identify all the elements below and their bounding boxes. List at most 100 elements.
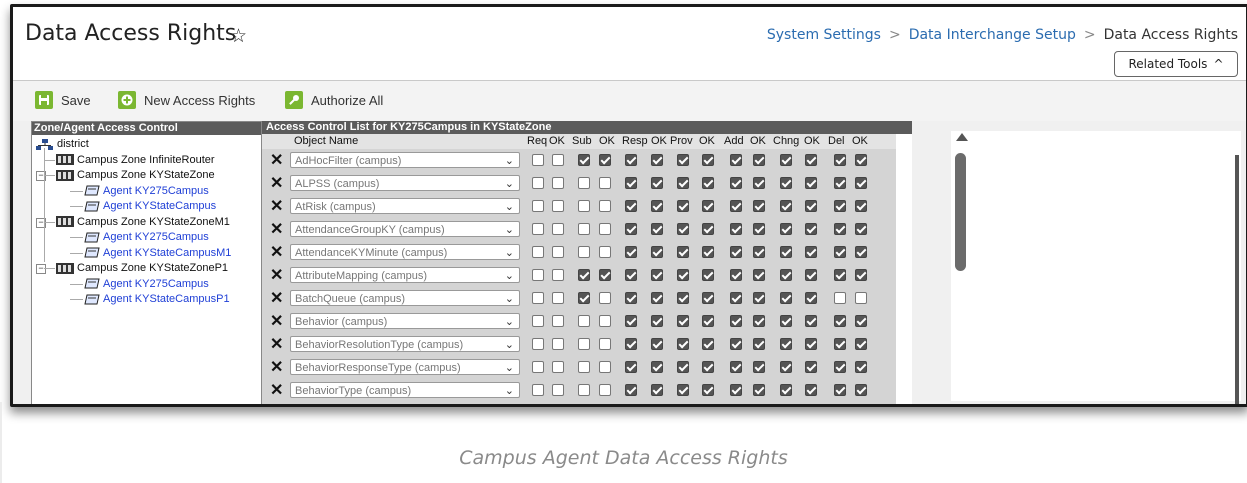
object-name-select[interactable]: AttendanceKYMinute (campus) ⌄: [290, 244, 520, 260]
permission-checkbox[interactable]: [625, 223, 637, 235]
object-name-select[interactable]: Behavior (campus) ⌄: [290, 313, 520, 329]
permission-checkbox[interactable]: [702, 154, 714, 166]
permission-checkbox[interactable]: [805, 315, 817, 327]
save-button[interactable]: Save: [35, 91, 91, 109]
permission-checkbox[interactable]: [578, 154, 590, 166]
permission-checkbox[interactable]: [532, 200, 544, 212]
permission-checkbox[interactable]: [753, 200, 765, 212]
permission-checkbox[interactable]: [532, 269, 544, 281]
tree-agent-item[interactable]: Agent KYStateCampus: [84, 199, 216, 214]
tree-agent-item[interactable]: Agent KYStateCampusM1: [84, 246, 231, 261]
tree-zone-item[interactable]: Campus Zone KYStateZoneM1: [56, 215, 230, 230]
permission-checkbox[interactable]: [753, 338, 765, 350]
object-name-select[interactable]: BehaviorResponseType (campus) ⌄: [290, 359, 520, 375]
permission-checkbox[interactable]: [834, 154, 846, 166]
permission-checkbox[interactable]: [677, 200, 689, 212]
permission-checkbox[interactable]: [780, 246, 792, 258]
permission-checkbox[interactable]: [599, 361, 611, 373]
permission-checkbox[interactable]: [578, 177, 590, 189]
permission-checkbox[interactable]: [780, 384, 792, 396]
permission-checkbox[interactable]: [677, 338, 689, 350]
permission-checkbox[interactable]: [855, 315, 867, 327]
permission-checkbox[interactable]: [578, 223, 590, 235]
permission-checkbox[interactable]: [805, 361, 817, 373]
permission-checkbox[interactable]: [552, 246, 564, 258]
permission-checkbox[interactable]: [780, 223, 792, 235]
permission-checkbox[interactable]: [552, 269, 564, 281]
permission-checkbox[interactable]: [702, 384, 714, 396]
permission-checkbox[interactable]: [578, 200, 590, 212]
permission-checkbox[interactable]: [599, 154, 611, 166]
tree-zone-item[interactable]: Campus Zone KYStateZoneP1: [56, 261, 228, 276]
permission-checkbox[interactable]: [599, 292, 611, 304]
permission-checkbox[interactable]: [599, 246, 611, 258]
permission-checkbox[interactable]: [855, 384, 867, 396]
permission-checkbox[interactable]: [753, 384, 765, 396]
delete-x-icon[interactable]: ✕: [270, 222, 283, 238]
permission-checkbox[interactable]: [578, 292, 590, 304]
favorite-star-icon[interactable]: ☆: [230, 25, 247, 48]
permission-checkbox[interactable]: [625, 154, 637, 166]
permission-checkbox[interactable]: [651, 177, 663, 189]
permission-checkbox[interactable]: [625, 246, 637, 258]
scrollbar-thumb[interactable]: [955, 153, 966, 271]
permission-checkbox[interactable]: [677, 154, 689, 166]
object-name-select[interactable]: AttributeMapping (campus) ⌄: [290, 267, 520, 283]
permission-checkbox[interactable]: [532, 292, 544, 304]
permission-checkbox[interactable]: [834, 269, 846, 281]
permission-checkbox[interactable]: [625, 315, 637, 327]
permission-checkbox[interactable]: [677, 292, 689, 304]
object-name-select[interactable]: BehaviorResolutionType (campus) ⌄: [290, 336, 520, 352]
permission-checkbox[interactable]: [578, 315, 590, 327]
permission-checkbox[interactable]: [651, 154, 663, 166]
permission-checkbox[interactable]: [599, 315, 611, 327]
permission-checkbox[interactable]: [780, 361, 792, 373]
permission-checkbox[interactable]: [552, 177, 564, 189]
permission-checkbox[interactable]: [651, 292, 663, 304]
scroll-up-arrow-icon[interactable]: [956, 133, 968, 141]
tree-zone-item[interactable]: Campus Zone InfiniteRouter: [56, 153, 215, 168]
permission-checkbox[interactable]: [702, 269, 714, 281]
permission-checkbox[interactable]: [552, 292, 564, 304]
permission-checkbox[interactable]: [677, 269, 689, 281]
delete-x-icon[interactable]: ✕: [270, 268, 283, 284]
permission-checkbox[interactable]: [532, 384, 544, 396]
permission-checkbox[interactable]: [651, 246, 663, 258]
permission-checkbox[interactable]: [677, 361, 689, 373]
permission-checkbox[interactable]: [625, 361, 637, 373]
permission-checkbox[interactable]: [702, 200, 714, 212]
delete-x-icon[interactable]: ✕: [270, 360, 283, 376]
permission-checkbox[interactable]: [780, 154, 792, 166]
permission-checkbox[interactable]: [702, 292, 714, 304]
permission-checkbox[interactable]: [834, 338, 846, 350]
permission-checkbox[interactable]: [855, 338, 867, 350]
permission-checkbox[interactable]: [730, 246, 742, 258]
permission-checkbox[interactable]: [805, 246, 817, 258]
permission-checkbox[interactable]: [780, 292, 792, 304]
permission-checkbox[interactable]: [702, 177, 714, 189]
permission-checkbox[interactable]: [532, 338, 544, 350]
permission-checkbox[interactable]: [625, 269, 637, 281]
permission-checkbox[interactable]: [753, 246, 765, 258]
permission-checkbox[interactable]: [532, 246, 544, 258]
tree-zone-item[interactable]: Campus Zone KYStateZone: [56, 168, 215, 183]
permission-checkbox[interactable]: [552, 154, 564, 166]
delete-x-icon[interactable]: ✕: [270, 176, 283, 192]
permission-checkbox[interactable]: [532, 315, 544, 327]
permission-checkbox[interactable]: [702, 361, 714, 373]
permission-checkbox[interactable]: [625, 338, 637, 350]
permission-checkbox[interactable]: [625, 292, 637, 304]
permission-checkbox[interactable]: [753, 315, 765, 327]
permission-checkbox[interactable]: [780, 315, 792, 327]
object-name-select[interactable]: BehaviorType (campus) ⌄: [290, 382, 520, 398]
permission-checkbox[interactable]: [599, 223, 611, 235]
permission-checkbox[interactable]: [651, 200, 663, 212]
permission-checkbox[interactable]: [780, 338, 792, 350]
tree-agent-item[interactable]: Agent KY275Campus: [84, 230, 209, 245]
object-name-select[interactable]: AdHocFilter (campus) ⌄: [290, 152, 520, 168]
permission-checkbox[interactable]: [753, 223, 765, 235]
permission-checkbox[interactable]: [532, 154, 544, 166]
breadcrumb-data-interchange-setup[interactable]: Data Interchange Setup: [909, 27, 1076, 43]
permission-checkbox[interactable]: [578, 269, 590, 281]
permission-checkbox[interactable]: [730, 223, 742, 235]
